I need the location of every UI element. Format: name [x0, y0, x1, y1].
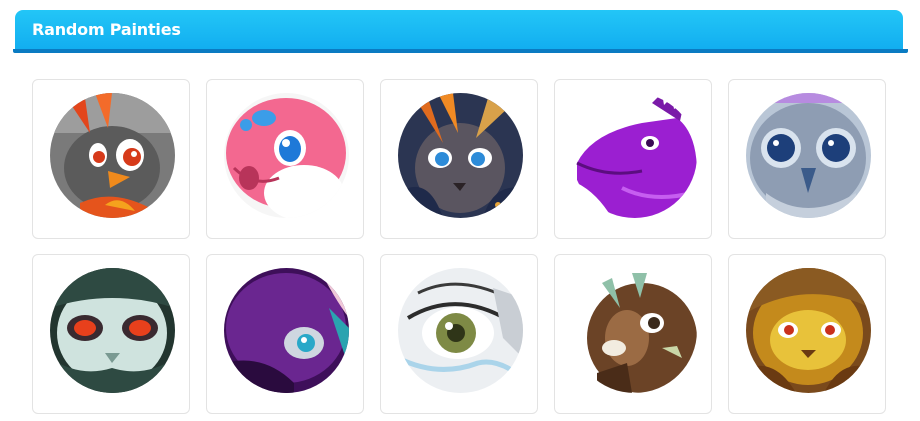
painty-avatar-2[interactable] — [224, 93, 349, 218]
painty-card-7[interactable] — [206, 254, 364, 414]
painty-avatar-1[interactable] — [50, 93, 175, 218]
painty-card-4[interactable] — [554, 79, 712, 239]
panel-header-underline — [13, 49, 908, 53]
painty-avatar-7[interactable] — [224, 268, 349, 393]
painty-avatar-4[interactable] — [572, 93, 697, 218]
painty-card-1[interactable] — [32, 79, 190, 239]
painty-card-6[interactable] — [32, 254, 190, 414]
painty-avatar-9[interactable] — [572, 268, 697, 393]
painty-card-8[interactable] — [380, 254, 538, 414]
painty-card-2[interactable] — [206, 79, 364, 239]
painty-card-10[interactable] — [728, 254, 886, 414]
painty-avatar-3[interactable] — [398, 93, 523, 218]
painty-card-3[interactable] — [380, 79, 538, 239]
painty-avatar-5[interactable] — [746, 93, 871, 218]
painty-card-9[interactable] — [554, 254, 712, 414]
painty-avatar-10[interactable] — [746, 268, 871, 393]
painty-avatar-8[interactable] — [398, 268, 523, 393]
panel-title: Random Painties — [32, 20, 181, 39]
painty-avatar-6[interactable] — [50, 268, 175, 393]
painty-card-5[interactable] — [728, 79, 886, 239]
